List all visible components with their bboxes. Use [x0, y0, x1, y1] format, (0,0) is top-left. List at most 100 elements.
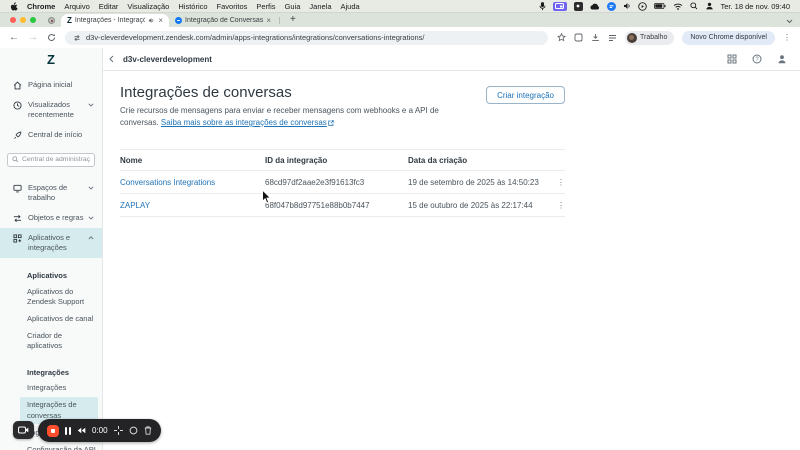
chevron-down-icon[interactable]	[88, 185, 94, 190]
pause-recording-button[interactable]	[65, 426, 71, 435]
bookmark-star-icon[interactable]	[556, 33, 566, 42]
screenshot-app-icon[interactable]	[573, 1, 583, 11]
tab-close-icon[interactable]: ×	[266, 16, 271, 25]
spotlight-search-icon[interactable]	[689, 2, 698, 10]
table-row: ZAPLAY 68f047b8d97751e88b0b7447 15 de ou…	[120, 194, 565, 217]
macos-menu-bar: Chrome Arquivo Editar Visualização Histó…	[0, 0, 800, 13]
sidebar-item-aplicativos-e-integracoes[interactable]: Aplicativos e integrações	[0, 227, 102, 259]
create-integration-button[interactable]: Criar integração	[486, 86, 565, 104]
help-icon[interactable]: ?	[752, 54, 762, 64]
delete-recording-icon[interactable]	[144, 426, 152, 435]
tab-title: Integração de Conversas pa	[185, 17, 264, 24]
sidebar-item-integracoes[interactable]: Integrações	[27, 380, 98, 397]
sidebar-item-aplicativos-zendesk-support[interactable]: Aplicativos do Zendesk Support	[27, 283, 98, 310]
tab-search-chevron-icon[interactable]	[786, 19, 793, 24]
restart-recording-icon[interactable]	[129, 426, 138, 435]
menu-item-arquivo[interactable]: Arquivo	[64, 2, 89, 11]
microphone-icon[interactable]	[539, 1, 546, 11]
sidebar-item-label: Visualizados recentemente	[28, 100, 74, 120]
play-circle-icon[interactable]	[637, 1, 647, 11]
clock-icon	[13, 101, 22, 110]
sidebar-item-aplicativos-de-canal[interactable]: Aplicativos de canal	[27, 310, 98, 327]
new-tab-button[interactable]: +	[290, 14, 296, 26]
integration-link[interactable]: ZAPLAY	[120, 201, 150, 210]
sidebar-item-espacos-de-trabalho[interactable]: Espaços de trabalho	[0, 178, 102, 208]
group-header: Aplicativos	[27, 271, 68, 281]
tab-close-icon[interactable]: ×	[158, 16, 163, 25]
account-name: d3v-cleverdevelopment	[123, 54, 212, 64]
tab-audio-icon[interactable]	[148, 17, 155, 24]
zoom-window-button[interactable]	[30, 17, 36, 23]
extensions-icon[interactable]	[574, 33, 583, 42]
back-button[interactable]: ←	[9, 32, 19, 43]
mouse-cursor	[261, 189, 272, 205]
stop-recording-button[interactable]	[47, 424, 59, 437]
sidebar-item-label: Objetos e regras	[28, 212, 84, 222]
forward-button[interactable]: →	[28, 32, 38, 43]
chrome-update-pill[interactable]: Novo Chrome disponível	[682, 30, 775, 45]
close-window-button[interactable]	[10, 17, 16, 23]
download-icon[interactable]	[591, 33, 600, 42]
menu-item-historico[interactable]: Histórico	[178, 2, 207, 11]
chat-app-icon[interactable]	[606, 1, 616, 11]
zendesk-admin-app: Z Página inicial Visualizados recentemen…	[0, 48, 800, 450]
browser-menu-kebab-icon[interactable]: ⋮	[783, 33, 791, 42]
chevron-down-icon[interactable]	[88, 103, 94, 107]
page-title: Integrações de conversas	[120, 84, 292, 101]
reload-button[interactable]	[47, 33, 56, 42]
search-input[interactable]	[22, 156, 90, 163]
menu-item-perfis[interactable]: Perfis	[256, 2, 275, 11]
zendesk-logo: Z	[47, 51, 55, 67]
chevron-down-icon[interactable]	[88, 216, 94, 220]
menu-item-chrome[interactable]: Chrome	[27, 2, 55, 11]
menu-item-editar[interactable]: Editar	[99, 2, 119, 11]
minimize-window-button[interactable]	[20, 17, 26, 23]
menu-item-guia[interactable]: Guia	[285, 2, 301, 11]
recorder-camera-button[interactable]	[13, 421, 34, 439]
integration-link[interactable]: Conversations Integrations	[120, 178, 215, 187]
sidebar-item-configuracao-da-api[interactable]: Configuração da API	[27, 445, 96, 450]
tab-integracoes[interactable]: Z Integrações - Integraçõe ×	[61, 14, 169, 27]
tab-title: Integrações - Integraçõe	[74, 17, 146, 24]
profile-avatar	[626, 32, 637, 43]
audio-settings-icon[interactable]	[623, 2, 631, 10]
sidebar-item-central-de-inicio[interactable]: Central de início	[0, 125, 102, 145]
url-text[interactable]: d3v-cleverdevelopment.zendesk.com/admin/…	[86, 33, 425, 42]
column-header-data: Data da criação	[408, 155, 468, 165]
sidebar-item-criador-de-aplicativos[interactable]: Criador de aplicativos	[27, 328, 98, 355]
menu-bar-clock[interactable]: Ter. 18 de nov. 09:40	[721, 2, 791, 11]
learn-more-link[interactable]: Saiba mais sobre as integrações de conve…	[161, 118, 327, 127]
row-menu-kebab-icon[interactable]: ⋮	[551, 178, 565, 187]
row-menu-kebab-icon[interactable]: ⋮	[551, 201, 565, 210]
collapse-sidebar-icon[interactable]	[109, 55, 114, 63]
address-bar[interactable]: d3v-cleverdevelopment.zendesk.com/admin/…	[65, 30, 548, 45]
reading-list-icon[interactable]	[608, 34, 617, 42]
sidebar-item-visualizados-recentemente[interactable]: Visualizados recentemente	[0, 95, 102, 125]
sidebar-item-objetos-e-regras[interactable]: Objetos e regras	[0, 208, 102, 228]
control-center-icon[interactable]	[705, 2, 714, 10]
menu-item-janela[interactable]: Janela	[309, 2, 331, 11]
products-grid-icon[interactable]	[727, 54, 737, 64]
tab-integracao-conversas[interactable]: Integração de Conversas pa ×	[169, 14, 277, 27]
screen-recording-indicator-icon[interactable]	[552, 1, 567, 11]
column-header-id: ID da integração	[265, 155, 328, 165]
sidebar-item-pagina-inicial[interactable]: Página inicial	[0, 75, 102, 95]
cloud-icon[interactable]	[589, 3, 600, 10]
sidebar-item-label: Central de início	[28, 130, 83, 140]
chevron-up-icon[interactable]	[88, 236, 94, 240]
battery-icon	[653, 3, 666, 9]
wifi-icon[interactable]	[673, 3, 683, 10]
menu-item-visualizacao[interactable]: Visualização	[127, 2, 169, 11]
browser-profile-chip[interactable]: Trabalho	[624, 30, 675, 45]
sidebar-item-label: Aplicativos e integrações	[28, 232, 71, 252]
menu-item-ajuda[interactable]: Ajuda	[341, 2, 360, 11]
integrations-table: Nome ID da integração Data da criação Co…	[120, 149, 565, 217]
user-profile-icon[interactable]	[777, 54, 787, 64]
site-settings-icon[interactable]	[73, 34, 81, 42]
admin-search-box[interactable]	[7, 152, 95, 167]
apple-menu-icon[interactable]	[10, 1, 18, 11]
profile-name: Trabalho	[639, 34, 668, 41]
rewind-button[interactable]	[77, 427, 86, 434]
menu-item-favoritos[interactable]: Favoritos	[217, 2, 248, 11]
crosshair-tool-icon[interactable]	[113, 426, 123, 435]
